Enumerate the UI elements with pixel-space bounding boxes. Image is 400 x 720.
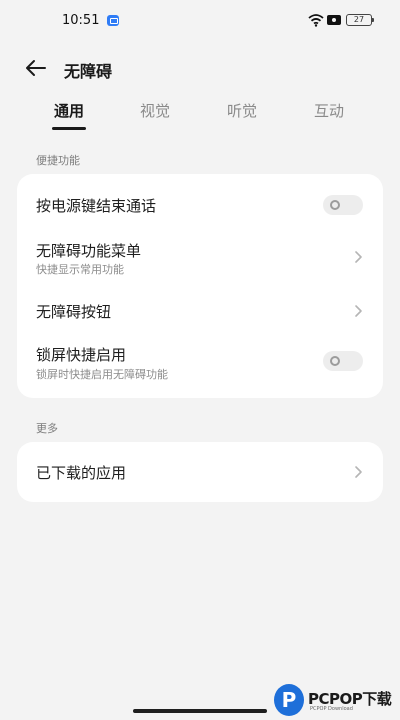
watermark-logo-icon bbox=[274, 684, 304, 716]
active-tab-indicator bbox=[52, 127, 86, 130]
row-title: 无障碍按钮 bbox=[36, 303, 112, 321]
toggle-knob bbox=[330, 356, 340, 366]
shortcuts-card: 按电源键结束通话 无障碍功能菜单 快捷显示常用功能 无障碍按钮 锁屏快捷启用 锁… bbox=[17, 174, 383, 398]
toggle-knob bbox=[330, 200, 340, 210]
row-accessibility-button[interactable]: 无障碍按钮 bbox=[17, 284, 383, 338]
watermark-subtext: PCPOP Download bbox=[310, 706, 353, 712]
tab-vision[interactable]: 视觉 bbox=[125, 100, 185, 121]
chevron-right-icon bbox=[355, 251, 362, 263]
section-header-shortcuts: 便捷功能 bbox=[36, 154, 80, 167]
row-title: 已下载的应用 bbox=[36, 464, 127, 482]
row-title: 按电源键结束通话 bbox=[36, 197, 157, 215]
tab-bar: 通用 视觉 听觉 互动 bbox=[0, 96, 400, 132]
more-card: 已下载的应用 bbox=[17, 442, 383, 502]
power-key-end-call-toggle[interactable] bbox=[323, 195, 363, 215]
sim-icon bbox=[327, 15, 341, 25]
row-subtitle: 快捷显示常用功能 bbox=[36, 263, 124, 276]
chevron-right-icon bbox=[355, 466, 362, 478]
row-lockscreen-shortcut[interactable]: 锁屏快捷启用 锁屏时快捷启用无障碍功能 bbox=[17, 338, 383, 398]
section-header-more: 更多 bbox=[36, 422, 58, 435]
watermark: PCPOP下载 PCPOP Download bbox=[274, 682, 398, 718]
status-time: 10:51 bbox=[62, 13, 100, 28]
tab-hearing[interactable]: 听觉 bbox=[212, 100, 272, 121]
row-power-key-end-call[interactable]: 按电源键结束通话 bbox=[17, 174, 383, 230]
tab-general[interactable]: 通用 bbox=[39, 100, 99, 121]
page-title: 无障碍 bbox=[64, 62, 113, 81]
status-bar: 10:51 27 bbox=[0, 0, 400, 40]
row-subtitle: 锁屏时快捷启用无障碍功能 bbox=[36, 368, 168, 381]
back-arrow-icon[interactable] bbox=[22, 56, 48, 80]
app-notification-icon bbox=[107, 15, 119, 26]
chevron-right-icon bbox=[355, 305, 362, 317]
row-downloaded-apps[interactable]: 已下载的应用 bbox=[17, 442, 383, 502]
row-title: 无障碍功能菜单 bbox=[36, 242, 142, 260]
lockscreen-shortcut-toggle[interactable] bbox=[323, 351, 363, 371]
wifi-icon bbox=[308, 14, 324, 27]
row-title: 锁屏快捷启用 bbox=[36, 346, 127, 364]
tab-interaction[interactable]: 互动 bbox=[299, 100, 359, 121]
battery-icon: 27 bbox=[346, 14, 374, 26]
row-accessibility-menu[interactable]: 无障碍功能菜单 快捷显示常用功能 bbox=[17, 230, 383, 284]
home-indicator[interactable] bbox=[133, 709, 267, 713]
